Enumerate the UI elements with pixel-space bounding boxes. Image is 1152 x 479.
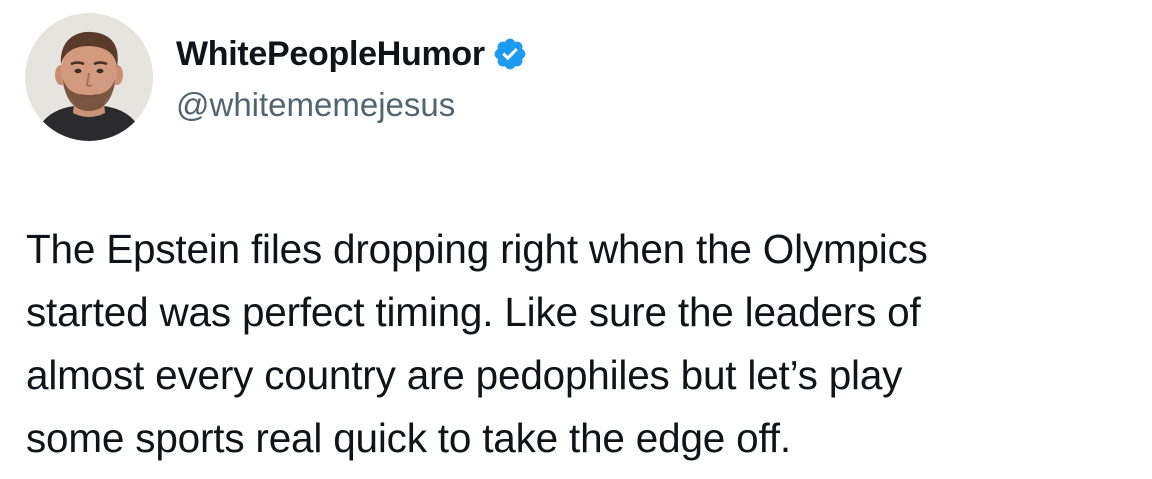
avatar[interactable] [25, 13, 153, 141]
author-name-row[interactable]: WhitePeopleHumor [176, 34, 528, 74]
tweet-text-line: started was perfect timing. Like sure th… [26, 289, 921, 335]
verified-badge-icon [492, 36, 528, 72]
tweet-text-line: The Epstein files dropping right when th… [26, 226, 928, 272]
author-handle[interactable]: @whitememejesus [176, 86, 455, 124]
avatar-photo [25, 13, 153, 141]
tweet-text-line: some sports real quick to take the edge … [26, 415, 791, 461]
tweet-text-line: almost every country are pedophiles but … [26, 352, 903, 398]
tweet-text: The Epstein files dropping right when th… [26, 218, 1136, 470]
tweet-card: WhitePeopleHumor @whitememejesus The Eps… [0, 0, 1152, 479]
display-name[interactable]: WhitePeopleHumor [176, 35, 485, 74]
